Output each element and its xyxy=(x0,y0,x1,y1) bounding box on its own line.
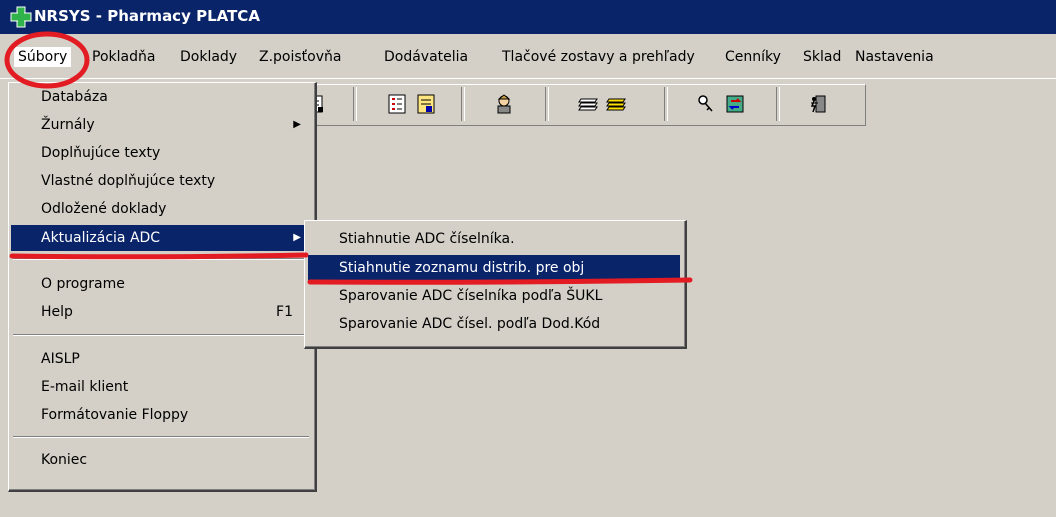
menu-sklad[interactable]: Sklad xyxy=(799,47,845,67)
menu-nastavenia[interactable]: Nastavenia xyxy=(851,47,938,67)
menu-item-databaza[interactable]: Databáza xyxy=(11,84,311,110)
menu-separator xyxy=(13,258,309,260)
submenu-item-stiahnutie-zoznamu-distrib[interactable]: Stiahnutie zoznamu distrib. pre obj xyxy=(308,255,680,282)
stack-yellow-icon[interactable] xyxy=(604,91,630,117)
menu-item-aktualizacia-adc[interactable]: Aktualizácia ADC ▶ xyxy=(11,225,311,251)
user-icon[interactable] xyxy=(491,91,517,117)
menu-item-odlozene-doklady[interactable]: Odložené doklady xyxy=(11,196,311,222)
menu-pokladna[interactable]: Pokladňa xyxy=(88,47,159,67)
menu-item-aislp[interactable]: AISLP xyxy=(11,346,311,372)
menu-separator xyxy=(13,334,309,336)
menu-item-vlastne-doplnujuce-texty[interactable]: Vlastné doplňujúce texty xyxy=(11,168,311,194)
menu-item-doplnujuce-texty[interactable]: Doplňujúce texty xyxy=(11,140,311,166)
toolbar-separator xyxy=(353,87,357,121)
file-menu-dropdown: Databáza Žurnály ▶ Doplňujúce texty Vlas… xyxy=(8,82,317,492)
menu-item-o-programe[interactable]: O programe xyxy=(11,271,311,297)
toolbar-separator xyxy=(664,87,668,121)
menu-item-formatovanie-floppy[interactable]: Formátovanie Floppy xyxy=(11,402,311,428)
key-icon[interactable] xyxy=(693,91,719,117)
menu-cenniky[interactable]: Cenníky xyxy=(721,47,785,67)
menu-item-email-klient[interactable]: E-mail klient xyxy=(11,374,311,400)
menu-item-koniec[interactable]: Koniec xyxy=(11,447,311,473)
document-edit-icon[interactable] xyxy=(413,91,439,117)
submenu-arrow-icon: ▶ xyxy=(293,232,301,243)
submenu-item-stiahnutie-adc-ciselnika[interactable]: Stiahnutie ADC číselníka. xyxy=(308,226,680,253)
menu-subory[interactable]: Súbory xyxy=(14,47,72,67)
menu-zpoistovna[interactable]: Z.poisťovňa xyxy=(255,47,345,67)
refresh-icon[interactable] xyxy=(722,91,748,117)
menu-bar: Súbory Pokladňa Doklady Z.poisťovňa Dodá… xyxy=(0,34,1056,79)
toolbar-separator xyxy=(545,87,549,121)
menu-dodavatelia[interactable]: Dodávatelia xyxy=(380,47,472,67)
pharmacy-cross-icon xyxy=(10,6,32,28)
submenu-item-sparovanie-dod-kod[interactable]: Sparovanie ADC čísel. podľa Dod.Kód xyxy=(308,311,680,338)
menu-item-zurnaly[interactable]: Žurnály ▶ xyxy=(11,112,311,138)
stack-icon[interactable] xyxy=(576,91,602,117)
shortcut-f1: F1 xyxy=(276,304,293,320)
submenu-item-sparovanie-sukl[interactable]: Sparovanie ADC číselníka podľa ŠUKL xyxy=(308,283,680,310)
adc-submenu: Stiahnutie ADC číselníka. Stiahnutie zoz… xyxy=(304,220,687,349)
menu-doklady[interactable]: Doklady xyxy=(176,47,241,67)
exit-icon[interactable] xyxy=(805,91,831,117)
window-title: NRSYS - Pharmacy PLATCA xyxy=(34,7,260,25)
title-bar: NRSYS - Pharmacy PLATCA xyxy=(0,0,1056,34)
submenu-arrow-icon: ▶ xyxy=(293,119,301,130)
menu-item-help[interactable]: Help F1 xyxy=(11,299,311,325)
menu-tlacove-zostavy[interactable]: Tlačové zostavy a prehľady xyxy=(498,47,699,67)
toolbar-separator xyxy=(776,87,780,121)
menu-separator xyxy=(13,436,309,438)
toolbar-separator xyxy=(461,87,465,121)
checklist-icon[interactable] xyxy=(384,91,410,117)
